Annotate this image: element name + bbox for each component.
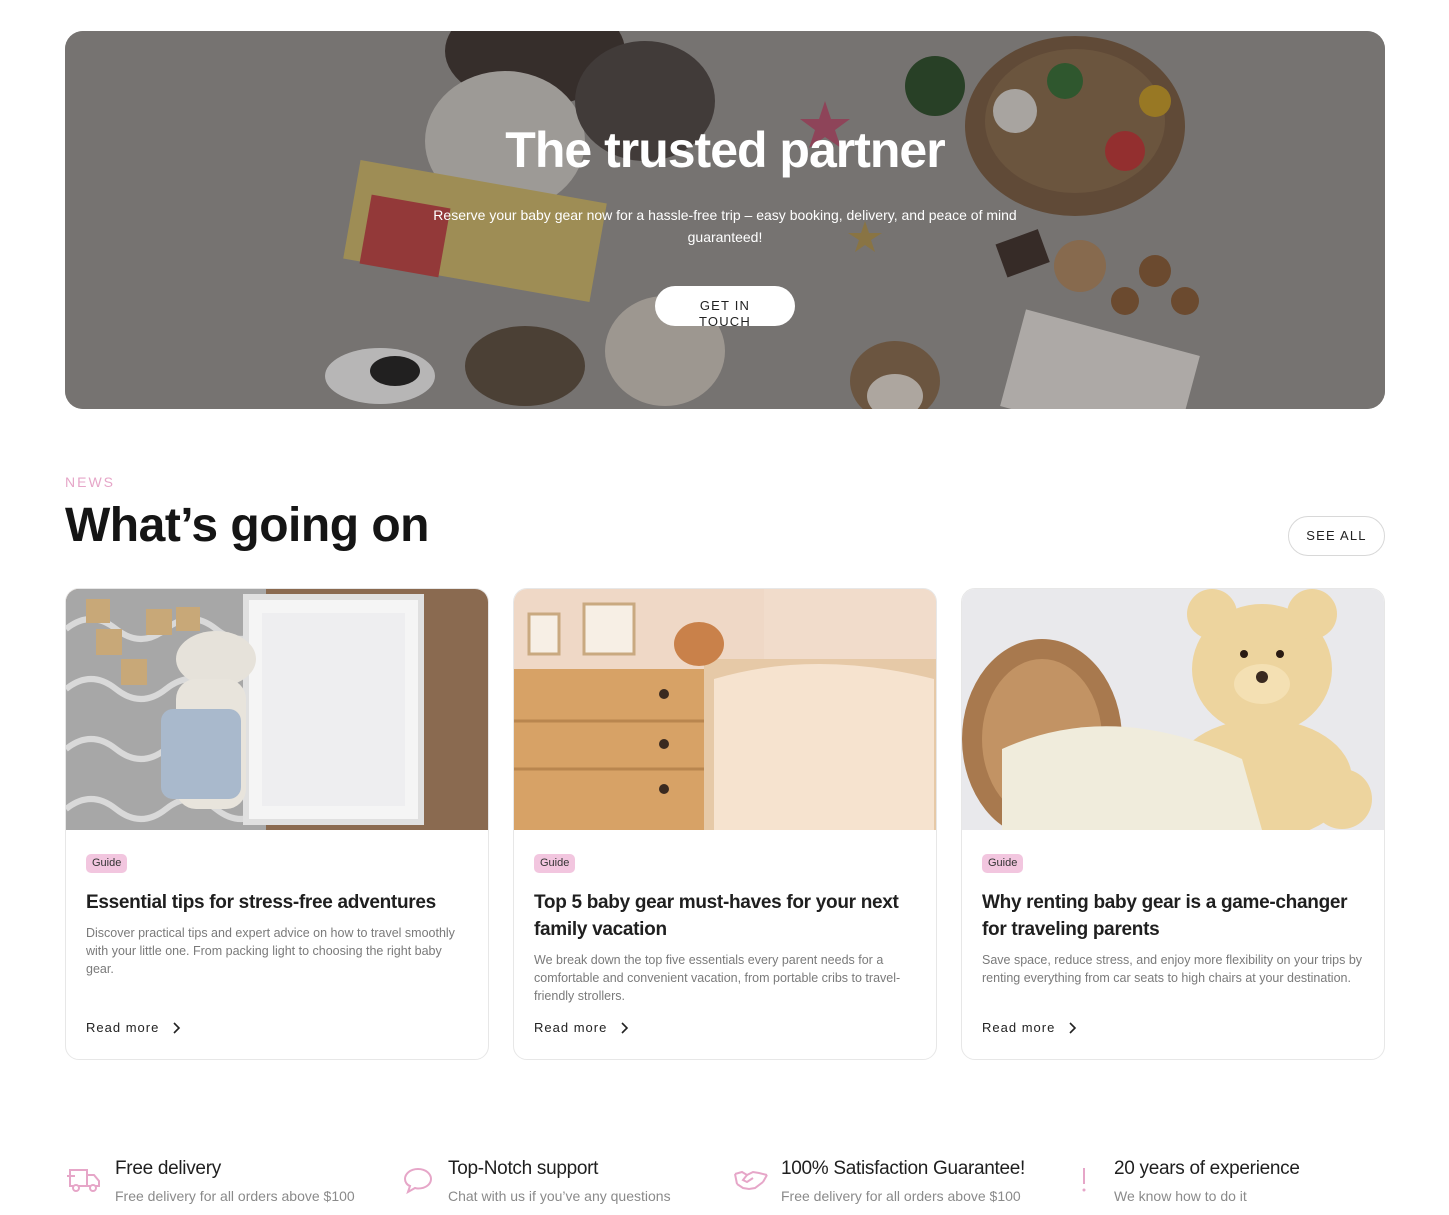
feature-subtitle: Chat with us if you’ve any questions <box>448 1188 671 1204</box>
news-card-image[interactable] <box>66 589 488 830</box>
news-card-image[interactable] <box>514 589 936 830</box>
read-more-label: Read more <box>982 1020 1056 1035</box>
category-tag: Guide <box>86 854 128 873</box>
news-card-body: Guide Why renting baby gear is a game-ch… <box>982 853 1364 987</box>
chevron-right-icon <box>173 1021 181 1034</box>
read-more-label: Read more <box>534 1020 608 1035</box>
chat-bubble-icon <box>403 1167 433 1195</box>
get-in-touch-button[interactable]: GET IN TOUCH <box>655 286 795 329</box>
news-eyebrow: NEWS <box>65 474 115 490</box>
exclamation-icon <box>1082 1168 1086 1192</box>
feature-title: 20 years of experience <box>1114 1158 1300 1179</box>
news-card-description: Save space, reduce stress, and enjoy mor… <box>982 953 1363 985</box>
see-all-button[interactable]: SEE ALL <box>1288 516 1385 556</box>
news-card-image[interactable] <box>962 589 1384 830</box>
read-more-link[interactable]: Read more <box>982 1020 1077 1035</box>
hero-subtitle: Reserve your baby gear now for a hassle-… <box>433 207 1017 245</box>
category-tag: Guide <box>982 854 1024 873</box>
hero-banner: The trusted partner Reserve your baby ge… <box>65 31 1385 409</box>
news-card[interactable]: Guide Why renting baby gear is a game-ch… <box>961 588 1385 1060</box>
chevron-right-icon <box>621 1021 629 1034</box>
news-card-body: Guide Top 5 baby gear must-haves for you… <box>534 853 916 1005</box>
news-card[interactable]: Guide Top 5 baby gear must-haves for you… <box>513 588 937 1060</box>
news-card-description: Discover practical tips and expert advic… <box>86 926 455 976</box>
chevron-right-icon <box>1069 1021 1077 1034</box>
read-more-label: Read more <box>86 1020 160 1035</box>
feature-subtitle: Free delivery for all orders above $100 <box>781 1188 1021 1204</box>
category-tag: Guide <box>534 854 576 873</box>
feature-subtitle: Free delivery for all orders above $100 <box>115 1188 355 1204</box>
read-more-link[interactable]: Read more <box>534 1020 629 1035</box>
delivery-truck-icon <box>67 1169 100 1192</box>
news-card[interactable]: Guide Essential tips for stress-free adv… <box>65 588 489 1060</box>
feature-title: Top-Notch support <box>448 1158 599 1179</box>
hero-title: The trusted partner <box>505 122 945 178</box>
news-section-title: What’s going on <box>65 499 429 552</box>
news-card-description: We break down the top five essentials ev… <box>534 953 901 1003</box>
news-card-title[interactable]: Top 5 baby gear must-haves for your next… <box>534 889 916 943</box>
read-more-link[interactable]: Read more <box>86 1020 181 1035</box>
news-card-title[interactable]: Essential tips for stress-free adventure… <box>86 889 468 916</box>
feature-title: Free delivery <box>115 1158 221 1179</box>
feature-title: 100% Satisfaction Guarantee! <box>781 1158 1026 1179</box>
handshake-icon <box>734 1170 768 1191</box>
news-card-body: Guide Essential tips for stress-free adv… <box>86 853 468 978</box>
hero-content: The trusted partner Reserve your baby ge… <box>65 123 1385 331</box>
news-card-title[interactable]: Why renting baby gear is a game-changer … <box>982 889 1364 943</box>
feature-subtitle: We know how to do it <box>1114 1188 1247 1204</box>
